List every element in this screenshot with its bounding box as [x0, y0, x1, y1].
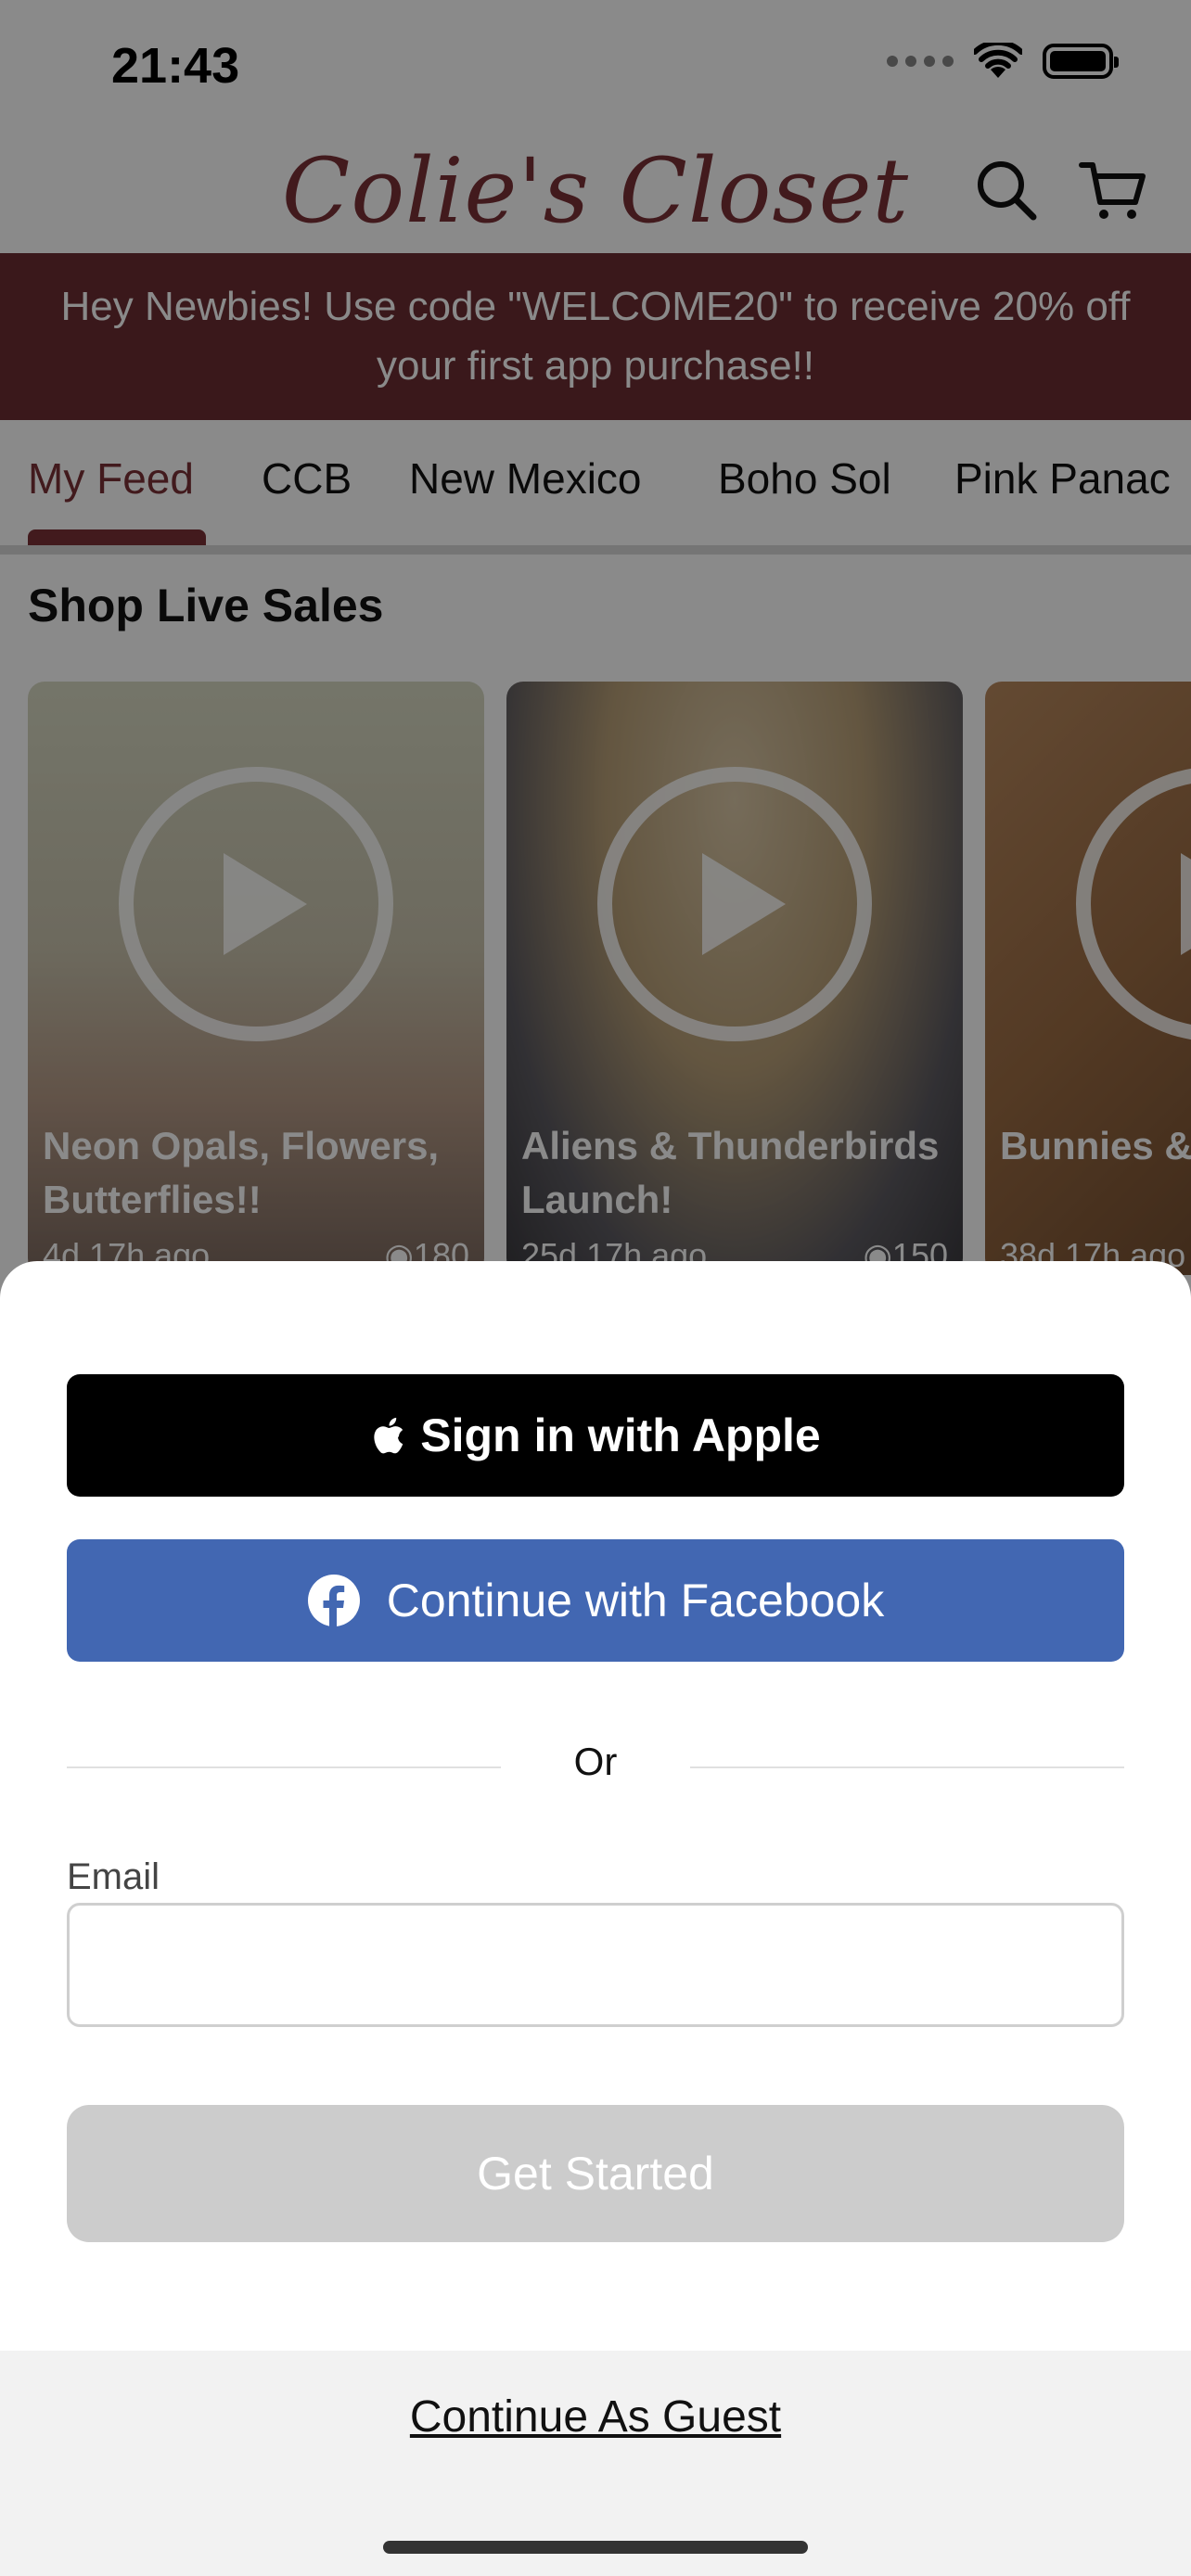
email-label: Email	[67, 1856, 160, 1897]
email-field[interactable]	[67, 1903, 1124, 2027]
continue-with-facebook-button[interactable]: Continue with Facebook	[67, 1539, 1124, 1662]
continue-as-guest-link[interactable]: Continue As Guest	[0, 2391, 1191, 2442]
home-indicator[interactable]	[383, 2541, 808, 2554]
get-started-button[interactable]: Get Started	[67, 2105, 1124, 2242]
facebook-icon	[307, 1575, 360, 1627]
modal-backdrop[interactable]	[0, 0, 1191, 1298]
facebook-button-label: Continue with Facebook	[386, 1575, 885, 1626]
apple-button-label: Sign in with Apple	[420, 1409, 821, 1461]
apple-icon	[374, 1417, 403, 1454]
sign-in-sheet: Sign in with Apple Continue with Faceboo…	[0, 1261, 1191, 2576]
divider-right	[690, 1766, 1124, 1768]
sign-in-with-apple-button[interactable]: Sign in with Apple	[67, 1374, 1124, 1497]
or-separator: Or	[573, 1740, 618, 1783]
